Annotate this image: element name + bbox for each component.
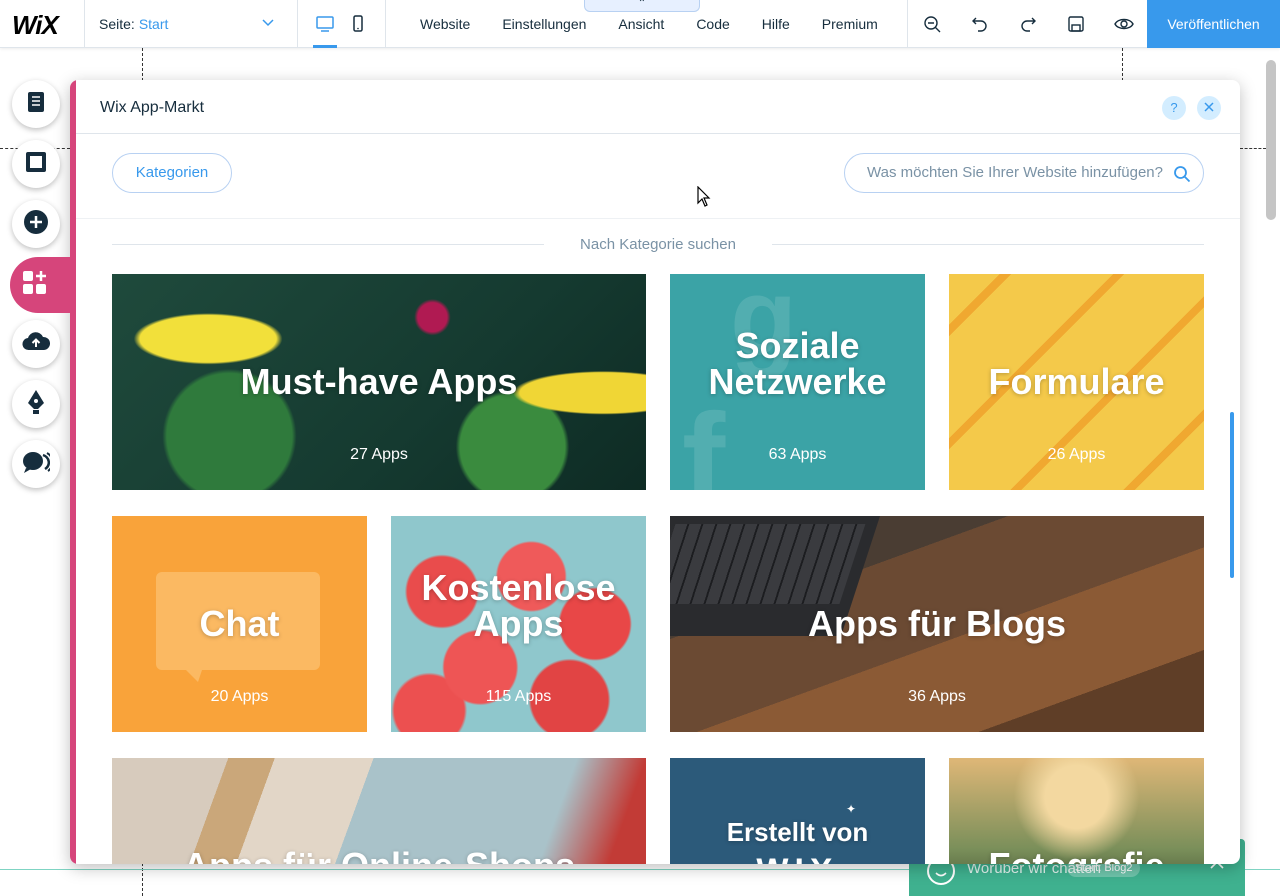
category-tile-online-shops[interactable]: Apps für Online-Shops <box>112 758 646 864</box>
editor-tools <box>907 0 1148 48</box>
close-icon <box>1204 99 1214 117</box>
tile-title: Kostenlose Apps <box>421 567 616 644</box>
category-tile-photography[interactable]: Fotografie <box>949 758 1204 864</box>
page-selector-value: Start <box>138 16 169 32</box>
background-button[interactable] <box>12 140 60 188</box>
blog-pen-icon <box>24 389 48 420</box>
add-elements-button[interactable] <box>12 200 60 248</box>
tile-title: Erstellt von <box>726 817 869 847</box>
tile-count: 27 Apps <box>350 446 408 463</box>
category-tile-free[interactable]: Kostenlose Apps 115 Apps <box>391 516 646 732</box>
mobile-view-icon[interactable] <box>346 12 370 36</box>
canvas-guide-header-right <box>1240 148 1266 149</box>
undo-icon[interactable] <box>956 0 1004 48</box>
tile-title: Formulare <box>988 361 1165 402</box>
menus-pages-icon <box>24 90 48 119</box>
app-market-icon <box>22 270 48 301</box>
add-icon <box>23 209 49 240</box>
tile-title: Chat <box>199 603 280 644</box>
section-divider-right <box>772 244 1204 245</box>
close-button[interactable] <box>1197 96 1221 120</box>
tile-count: 63 Apps <box>768 446 827 463</box>
editor-top-bar: WiX Seite: Start ⌃ Website Einstellungen… <box>0 0 1280 48</box>
mouse-cursor-icon <box>697 185 711 213</box>
panel-title: Wix App-Markt <box>100 99 205 116</box>
category-tile-blogs[interactable]: Apps für Blogs 36 Apps <box>670 516 1204 732</box>
app-market-panel: Wix App-Markt ? Kategorien Nach Kategori… <box>70 80 1240 864</box>
app-market-button[interactable] <box>10 257 72 313</box>
section-header: Nach Kategorie suchen <box>112 235 1204 255</box>
tile-title: Fotografie <box>949 848 1204 865</box>
page-selector-label: Seite: <box>99 16 135 32</box>
chevron-down-icon <box>261 15 275 32</box>
chat-icon <box>22 450 54 479</box>
page-scrollbar[interactable] <box>1266 60 1276 220</box>
wix-brand-logo: WIX <box>670 852 925 864</box>
background-icon <box>24 150 48 179</box>
sparkle-icon: ✦ <box>846 802 857 816</box>
pages-menu-button[interactable] <box>12 80 60 128</box>
blog-button[interactable] <box>12 380 60 428</box>
zoom-out-icon[interactable] <box>908 0 956 48</box>
menu-premium[interactable]: Premium <box>806 0 894 48</box>
search-input[interactable] <box>867 164 1173 181</box>
redo-icon[interactable] <box>1004 0 1052 48</box>
tile-count: 36 Apps <box>908 688 966 705</box>
tile-title: Apps für Blogs <box>808 603 1066 644</box>
tile-count: 20 Apps <box>210 688 269 705</box>
help-button[interactable]: ? <box>1162 96 1186 120</box>
search-box <box>844 153 1204 193</box>
media-upload-icon <box>22 330 51 359</box>
category-tile-chat[interactable]: Chat 20 Apps <box>112 516 367 732</box>
tile-title: Apps für Online-Shops <box>112 848 646 865</box>
device-switcher <box>298 0 386 48</box>
chat-button[interactable] <box>12 440 60 488</box>
wix-logo[interactable]: WiX <box>12 10 59 41</box>
panel-header: Wix App-Markt ? <box>76 80 1240 134</box>
tile-count: 115 Apps <box>485 688 552 705</box>
tile-count: 26 Apps <box>1047 446 1106 463</box>
preview-icon[interactable] <box>1100 0 1148 48</box>
desktop-view-icon[interactable] <box>313 12 337 48</box>
collapse-topbar-tab[interactable]: ⌃ <box>584 0 700 12</box>
panel-scrollbar[interactable] <box>1230 412 1234 578</box>
menu-help[interactable]: Hilfe <box>746 0 806 48</box>
page-selector[interactable]: Seite: Start <box>84 0 298 48</box>
category-tile-made-by-wix[interactable]: ✦ Erstellt von WIX <box>670 758 925 864</box>
save-icon[interactable] <box>1052 0 1100 48</box>
menu-website[interactable]: Website <box>404 0 486 48</box>
tile-title: Soziale Netzwerke <box>708 325 887 402</box>
panel-subbar: Kategorien <box>76 134 1240 219</box>
upload-button[interactable] <box>12 320 60 368</box>
search-icon[interactable] <box>1173 165 1191 188</box>
publish-button[interactable]: Veröffentlichen <box>1147 0 1280 48</box>
categories-button[interactable]: Kategorien <box>112 153 232 193</box>
tile-title: Must-have Apps <box>240 361 518 402</box>
category-tile-social[interactable]: g f Soziale Netzwerke 63 Apps <box>670 274 925 490</box>
category-tile-must-have[interactable]: Must-have Apps 27 Apps <box>112 274 646 490</box>
category-tile-forms[interactable]: Formulare 26 Apps <box>949 274 1204 490</box>
